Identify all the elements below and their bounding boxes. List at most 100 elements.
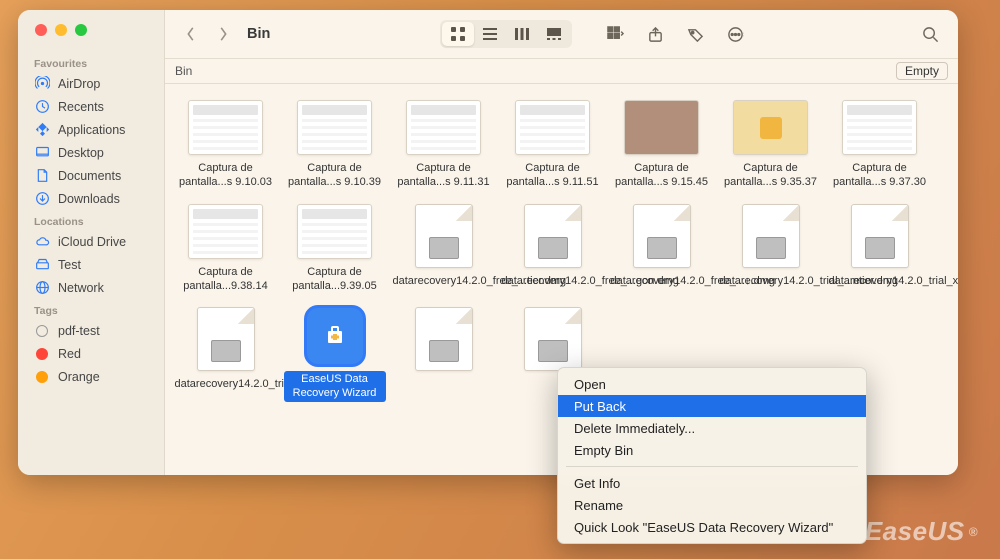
close-window-button[interactable]	[35, 24, 47, 36]
sidebar-item-label: Network	[58, 281, 104, 295]
sidebar-section-label: Locations	[18, 210, 164, 230]
airdrop-icon	[34, 76, 50, 92]
sidebar-item-downloads[interactable]: Downloads	[18, 187, 164, 210]
sidebar-item-label: AirDrop	[58, 77, 100, 91]
file-label: Captura de pantalla...s 9.11.51	[502, 161, 604, 190]
menu-item-get-info[interactable]: Get Info	[558, 472, 866, 494]
sidebar-item-docs[interactable]: Documents	[18, 164, 164, 187]
icon-view-button[interactable]	[442, 22, 474, 46]
apps-icon	[34, 122, 50, 138]
sidebar-item-orange[interactable]: Orange	[18, 365, 164, 388]
file-thumbnail	[624, 100, 699, 155]
forward-button[interactable]	[211, 22, 235, 46]
menu-item-quick-look-easeus-data-recovery-wizard[interactable]: Quick Look "EaseUS Data Recovery Wizard"	[558, 516, 866, 538]
file-item[interactable]: datarecovery14.2.0_free_...tier.dmg	[389, 204, 498, 294]
file-label: datarecovery14.2.0_free_...gon.dmg	[502, 274, 604, 288]
file-label: datarecovery14.2.0_trial_...ntier.dmg	[720, 274, 822, 288]
file-thumbnail	[297, 100, 372, 155]
file-thumbnail	[415, 307, 473, 371]
file-label: Captura de pantalla...s 9.10.39	[284, 161, 386, 190]
menu-item-open[interactable]: Open	[558, 373, 866, 395]
window-title: Bin	[247, 26, 270, 42]
share-button[interactable]	[642, 21, 668, 47]
fullscreen-window-button[interactable]	[75, 24, 87, 36]
menu-item-empty-bin[interactable]: Empty Bin	[558, 439, 866, 461]
file-label: Captura de pantalla...s 9.37.30	[829, 161, 931, 190]
sidebar-item-label: Recents	[58, 100, 104, 114]
sidebar-item-network[interactable]: Network	[18, 276, 164, 299]
path-bar: Bin Empty	[165, 58, 958, 84]
file-item[interactable]: Captura de pantalla...s 9.10.03	[171, 100, 280, 190]
file-thumbnail	[415, 204, 473, 268]
empty-trash-button[interactable]: Empty	[896, 62, 948, 80]
file-thumbnail	[188, 100, 263, 155]
file-item[interactable]: Captura de pantalla...9.38.14	[171, 204, 280, 294]
file-item[interactable]: datarecovery14.2.0_trial_...ntier.dmg	[716, 204, 825, 294]
back-button[interactable]	[179, 22, 203, 46]
path-text: Bin	[175, 64, 192, 78]
file-item[interactable]: EaseUS Data Recovery Wizard	[280, 307, 389, 402]
gallery-view-button[interactable]	[538, 22, 570, 46]
menu-item-rename[interactable]: Rename	[558, 494, 866, 516]
tag-color-icon	[34, 346, 50, 362]
window-controls	[18, 24, 164, 36]
file-item[interactable]: Captura de pantalla...s 9.15.45	[607, 100, 716, 190]
file-item[interactable]: datarecovery14.2.0_trial_...↓.dmg	[171, 307, 280, 402]
file-item[interactable]: datarecovery14.2.0_free_...↓.dmg	[607, 204, 716, 294]
file-item[interactable]: datarecovery14.2.0_free_...gon.dmg	[498, 204, 607, 294]
sidebar-item-label: Downloads	[58, 192, 120, 206]
cloud-icon	[34, 234, 50, 250]
file-label: EaseUS Data Recovery Wizard	[284, 371, 386, 402]
file-thumbnail	[515, 100, 590, 155]
sidebar-section-label: Tags	[18, 299, 164, 319]
file-thumbnail	[197, 307, 255, 371]
menu-item-delete-immediately[interactable]: Delete Immediately...	[558, 417, 866, 439]
sidebar-item-label: Test	[58, 258, 81, 272]
view-mode-group	[440, 20, 572, 48]
sidebar-item-label: Applications	[58, 123, 125, 137]
minimize-window-button[interactable]	[55, 24, 67, 36]
search-button[interactable]	[918, 21, 944, 47]
file-label: Captura de pantalla...9.38.14	[175, 265, 277, 294]
file-thumbnail	[524, 204, 582, 268]
file-item[interactable]: Captura de pantalla...s 9.11.31	[389, 100, 498, 190]
file-thumbnail	[188, 204, 263, 259]
file-thumbnail	[406, 100, 481, 155]
sidebar-item-apps[interactable]: Applications	[18, 118, 164, 141]
tags-button[interactable]	[682, 21, 708, 47]
tag-color-icon	[34, 369, 50, 385]
file-thumbnail	[297, 204, 372, 259]
file-item[interactable]: Captura de pantalla...s 9.10.39	[280, 100, 389, 190]
file-item[interactable]: Captura de pantalla...s 9.11.51	[498, 100, 607, 190]
file-label: Captura de pantalla...s 9.35.37	[720, 161, 822, 190]
file-thumbnail	[851, 204, 909, 268]
file-thumbnail	[306, 307, 364, 365]
file-thumbnail	[842, 100, 917, 155]
tag-color-icon	[34, 323, 50, 339]
watermark: EaseUS®	[865, 516, 978, 547]
file-item[interactable]: Captura de pantalla...s 9.35.37	[716, 100, 825, 190]
sidebar-item-test[interactable]: Test	[18, 253, 164, 276]
sidebar: FavouritesAirDropRecentsApplicationsDesk…	[18, 10, 165, 475]
download-icon	[34, 191, 50, 207]
group-by-button[interactable]	[602, 21, 628, 47]
drive-icon	[34, 257, 50, 273]
list-view-button[interactable]	[474, 22, 506, 46]
sidebar-item-label: iCloud Drive	[58, 235, 126, 249]
sidebar-item-desktop[interactable]: Desktop	[18, 141, 164, 164]
actions-button[interactable]	[722, 21, 748, 47]
sidebar-item-icloud[interactable]: iCloud Drive	[18, 230, 164, 253]
file-item[interactable]: Captura de pantalla...9.39.05	[280, 204, 389, 294]
file-item[interactable]: Captura de pantalla...s 9.37.30	[825, 100, 934, 190]
file-label: Captura de pantalla...9.39.05	[284, 265, 386, 294]
column-view-button[interactable]	[506, 22, 538, 46]
file-item[interactable]: datarecovery14.2.0_trial_xagon.dmg	[825, 204, 934, 294]
file-label: Captura de pantalla...s 9.10.03	[175, 161, 277, 190]
menu-item-put-back[interactable]: Put Back	[558, 395, 866, 417]
sidebar-item-pdf-test[interactable]: pdf-test	[18, 319, 164, 342]
sidebar-item-red[interactable]: Red	[18, 342, 164, 365]
sidebar-item-airdrop[interactable]: AirDrop	[18, 72, 164, 95]
sidebar-item-label: Desktop	[58, 146, 104, 160]
file-item[interactable]	[389, 307, 498, 402]
sidebar-item-recents[interactable]: Recents	[18, 95, 164, 118]
